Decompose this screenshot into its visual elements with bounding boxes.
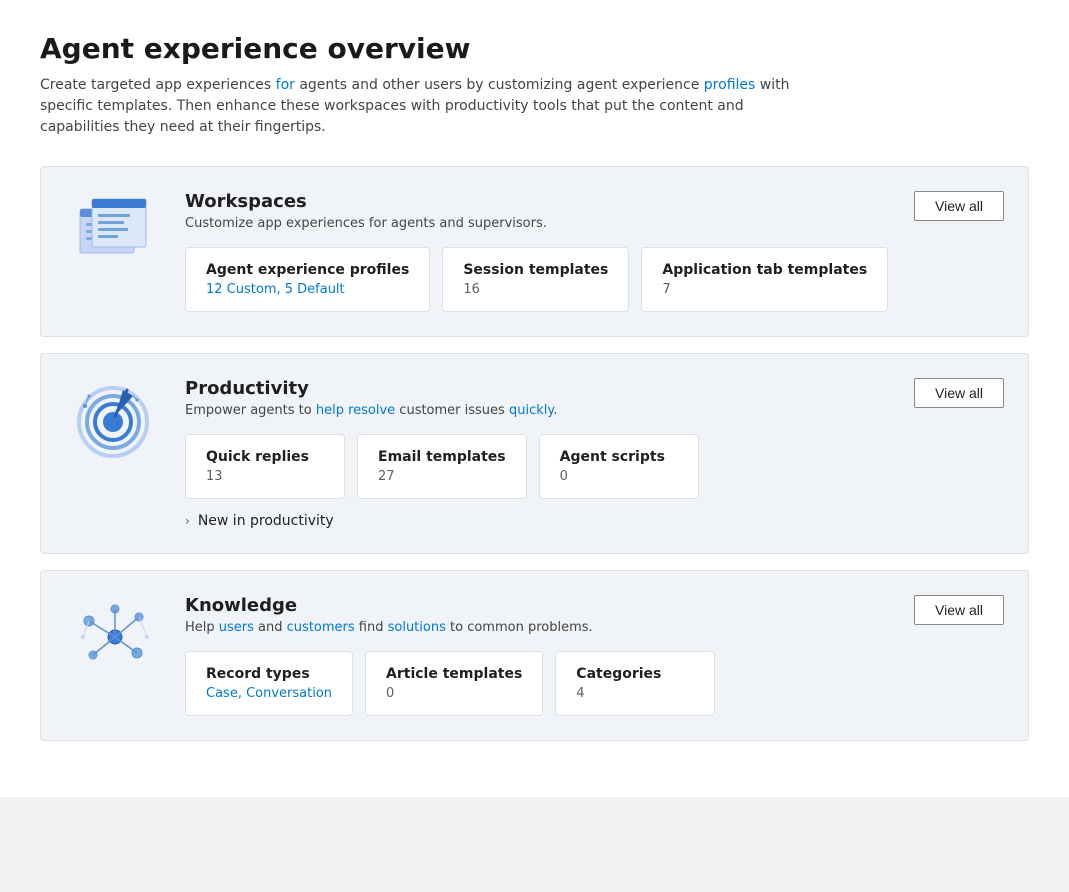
article-templates-card[interactable]: Article templates 0 xyxy=(365,651,543,716)
link-help[interactable]: help resolve xyxy=(316,403,395,418)
card-title: Article templates xyxy=(386,666,522,682)
card-value: 13 xyxy=(206,469,324,484)
link-for[interactable]: for xyxy=(276,77,295,93)
card-value: 4 xyxy=(576,686,694,701)
card-title: Session templates xyxy=(463,262,608,278)
workspaces-desc: Customize app experiences for agents and… xyxy=(185,216,547,231)
card-value: 16 xyxy=(463,282,608,297)
productivity-title: Productivity xyxy=(185,378,557,399)
productivity-content: Productivity Empower agents to help reso… xyxy=(185,378,1004,529)
link-solutions[interactable]: solutions xyxy=(388,620,446,635)
card-title: Agent scripts xyxy=(560,449,678,465)
session-templates-card[interactable]: Session templates 16 xyxy=(442,247,629,312)
productivity-cards-row: Quick replies 13 Email templates 27 Agen… xyxy=(185,434,1004,499)
workspaces-view-all-button[interactable]: View all xyxy=(914,191,1004,221)
workspaces-title-block: Workspaces Customize app experiences for… xyxy=(185,191,547,231)
link-customers[interactable]: customers xyxy=(287,620,355,635)
productivity-header: Productivity Empower agents to help reso… xyxy=(185,378,1004,418)
card-title: Quick replies xyxy=(206,449,324,465)
workspaces-section: Workspaces Customize app experiences for… xyxy=(40,166,1029,337)
knowledge-icon xyxy=(65,595,165,675)
card-title: Record types xyxy=(206,666,332,682)
agent-scripts-card[interactable]: Agent scripts 0 xyxy=(539,434,699,499)
link-users[interactable]: users xyxy=(219,620,254,635)
knowledge-cards-row: Record types Case, Conversation Article … xyxy=(185,651,1004,716)
link-quickly[interactable]: quickly xyxy=(509,403,553,418)
card-title: Agent experience profiles xyxy=(206,262,409,278)
card-title: Email templates xyxy=(378,449,506,465)
page-container: Agent experience overview Create targete… xyxy=(0,0,1069,797)
page-title: Agent experience overview xyxy=(40,32,1029,65)
email-templates-card[interactable]: Email templates 27 xyxy=(357,434,527,499)
link-profiles[interactable]: profiles xyxy=(704,77,756,93)
knowledge-view-all-button[interactable]: View all xyxy=(914,595,1004,625)
card-value: 12 Custom, 5 Default xyxy=(206,282,409,297)
card-title: Application tab templates xyxy=(662,262,867,278)
productivity-icon xyxy=(65,378,165,458)
page-subtitle: Create targeted app experiences for agen… xyxy=(40,75,800,138)
productivity-view-all-button[interactable]: View all xyxy=(914,378,1004,408)
productivity-desc: Empower agents to help resolve customer … xyxy=(185,403,557,418)
productivity-title-block: Productivity Empower agents to help reso… xyxy=(185,378,557,418)
knowledge-content: Knowledge Help users and customers find … xyxy=(185,595,1004,716)
workspaces-title: Workspaces xyxy=(185,191,547,212)
card-title: Categories xyxy=(576,666,694,682)
knowledge-desc: Help users and customers find solutions … xyxy=(185,620,593,635)
productivity-section: Productivity Empower agents to help reso… xyxy=(40,353,1029,554)
record-types-card[interactable]: Record types Case, Conversation xyxy=(185,651,353,716)
card-value: 0 xyxy=(560,469,678,484)
application-tab-templates-card[interactable]: Application tab templates 7 xyxy=(641,247,888,312)
categories-card[interactable]: Categories 4 xyxy=(555,651,715,716)
knowledge-section: Knowledge Help users and customers find … xyxy=(40,570,1029,741)
card-value: 7 xyxy=(662,282,867,297)
quick-replies-card[interactable]: Quick replies 13 xyxy=(185,434,345,499)
knowledge-title: Knowledge xyxy=(185,595,593,616)
workspaces-icon xyxy=(65,191,165,271)
workspaces-content: Workspaces Customize app experiences for… xyxy=(185,191,1004,312)
knowledge-header: Knowledge Help users and customers find … xyxy=(185,595,1004,635)
workspaces-cards-row: Agent experience profiles 12 Custom, 5 D… xyxy=(185,247,1004,312)
workspaces-header: Workspaces Customize app experiences for… xyxy=(185,191,1004,231)
agent-experience-profiles-card[interactable]: Agent experience profiles 12 Custom, 5 D… xyxy=(185,247,430,312)
knowledge-title-block: Knowledge Help users and customers find … xyxy=(185,595,593,635)
new-in-productivity-toggle[interactable]: › New in productivity xyxy=(185,513,1004,529)
card-value: Case, Conversation xyxy=(206,686,332,701)
new-in-productivity-label: New in productivity xyxy=(198,513,334,529)
card-value: 27 xyxy=(378,469,506,484)
card-value: 0 xyxy=(386,686,522,701)
chevron-right-icon: › xyxy=(185,514,190,528)
